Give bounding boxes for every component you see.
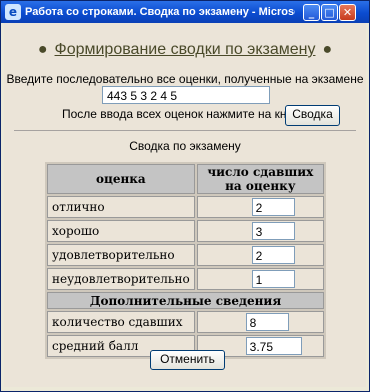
summary-caption: Сводка по экзамену <box>129 139 241 153</box>
window-title: Работа со строками. Сводка по экзамену -… <box>25 6 295 18</box>
maximize-button[interactable]: □ <box>321 4 338 21</box>
minimize-button[interactable]: _ <box>303 4 320 21</box>
col-grade-header: оценка <box>47 164 195 194</box>
count-field[interactable]: 2 <box>251 198 295 216</box>
extra-label: количество сдавших <box>47 311 195 333</box>
instruction-text: Введите последовательно все оценки, полу… <box>6 72 364 86</box>
average-score-field[interactable]: 3.75 <box>245 337 302 355</box>
table-row: отлично 2 <box>47 196 324 218</box>
count-field[interactable]: 2 <box>251 246 295 264</box>
bullet-icon: ● <box>322 41 333 58</box>
page-heading: ● Формирование сводки по экзамену ● <box>4 41 366 59</box>
extra-info-header: Дополнительные сведения <box>47 292 324 309</box>
summary-table: оценка число сдавших на оценку отлично 2… <box>45 162 326 359</box>
bullet-icon: ● <box>37 41 48 58</box>
browser-window: e Работа со строками. Сводка по экзамену… <box>0 0 370 392</box>
cancel-button[interactable]: Отменить <box>150 350 225 370</box>
grades-input[interactable]: 443 5 3 2 4 5 <box>102 86 270 104</box>
grade-label: хорошо <box>47 220 195 242</box>
col-count-header: число сдавших на оценку <box>196 164 324 194</box>
ie-icon: e <box>5 4 21 20</box>
table-row: хорошо 3 <box>47 220 324 242</box>
page-content: ● Формирование сводки по экзамену ● Введит… <box>4 23 366 387</box>
passed-count-field[interactable]: 8 <box>245 313 289 331</box>
after-input-text: После ввода всех оценок нажмите на кнопк… <box>62 107 312 121</box>
heading-link[interactable]: Формирование сводки по экзамену <box>55 41 316 58</box>
count-field[interactable]: 3 <box>251 222 295 240</box>
title-bar[interactable]: e Работа со строками. Сводка по экзамену… <box>1 1 369 23</box>
grade-label: отлично <box>47 196 195 218</box>
grade-label: удовлетворительно <box>47 244 195 266</box>
count-field[interactable]: 1 <box>251 270 295 288</box>
divider <box>14 130 356 131</box>
summary-button[interactable]: Сводка <box>285 105 340 126</box>
table-row: количество сдавших 8 <box>47 311 324 333</box>
close-button[interactable]: ✕ <box>339 4 356 21</box>
table-row: удовлетворительно 2 <box>47 244 324 266</box>
table-row: неудовлетворительно 1 <box>47 268 324 290</box>
grade-label: неудовлетворительно <box>47 268 195 290</box>
